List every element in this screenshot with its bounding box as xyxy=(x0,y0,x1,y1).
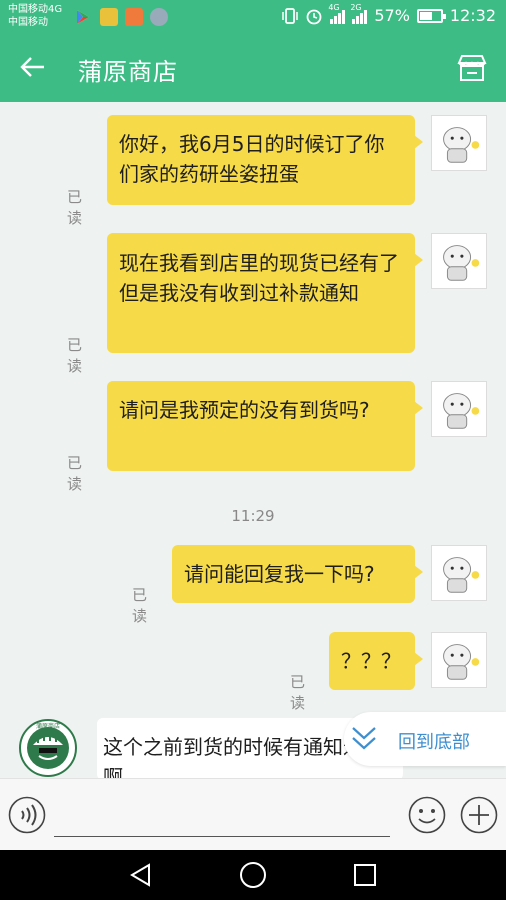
carrier-1: 中国移动4G xyxy=(8,4,63,15)
sheep-avatar-icon xyxy=(443,557,480,593)
emoji-icon[interactable] xyxy=(408,796,446,834)
vibrate-icon xyxy=(282,7,299,24)
battery-icon xyxy=(416,8,446,23)
battery-percent: 57% xyxy=(374,6,410,25)
message-bubble[interactable]: 请问能回复我一下吗? xyxy=(172,545,423,603)
user-avatar[interactable] xyxy=(431,233,487,289)
message-bubble[interactable]: 你好，我6月5日的时候订了你们家的药研坐姿扭蛋 xyxy=(107,115,423,205)
status-bar: 中国移动4G 中国移动 4G 2G 57% 12:32 xyxy=(0,0,506,34)
chat-header: 蒲原商店 xyxy=(0,34,506,102)
system-nav-bar xyxy=(0,850,506,900)
carrier-info: 中国移动4G 中国移动 xyxy=(8,3,62,29)
message-bubble[interactable]: 现在我看到店里的现货已经有了但是我没有收到过补款通知 xyxy=(107,233,423,353)
shop-avatar[interactable]: 蒲原商店 xyxy=(19,719,77,777)
shop-avatar-text: 蒲原商店 xyxy=(36,722,60,730)
message-bubble[interactable]: 请问是我预定的没有到货吗? xyxy=(107,381,423,471)
read-status: 已读 xyxy=(67,454,83,493)
signal-2g-icon: 2G xyxy=(350,3,368,24)
page-title: 蒲原商店 xyxy=(78,58,178,86)
message-input[interactable] xyxy=(54,836,390,837)
voice-icon[interactable] xyxy=(8,796,46,834)
status-icons: 4G 2G 57% 12:32 xyxy=(282,3,496,25)
double-chevron-down-icon xyxy=(352,727,376,750)
app-notification-icon xyxy=(150,8,168,26)
net-type-1: 4G xyxy=(328,2,340,12)
storefront-icon[interactable] xyxy=(456,52,488,84)
read-status: 已读 xyxy=(290,673,306,712)
read-status: 已读 xyxy=(67,336,83,375)
alarm-icon xyxy=(306,9,322,24)
carrier-2: 中国移动 xyxy=(8,17,48,28)
input-bar xyxy=(0,778,506,851)
user-avatar[interactable] xyxy=(431,381,487,437)
read-status: 已读 xyxy=(67,188,83,227)
jump-to-bottom-label: 回到底部 xyxy=(398,732,470,753)
clock: 12:32 xyxy=(449,6,496,25)
app-notification-icon xyxy=(125,8,143,26)
sheep-avatar-icon xyxy=(443,393,480,429)
nav-recent-icon[interactable] xyxy=(353,863,377,887)
read-status: 已读 xyxy=(132,586,148,625)
back-arrow-icon[interactable] xyxy=(18,52,48,82)
nav-home-icon[interactable] xyxy=(239,861,267,889)
sheep-avatar-icon xyxy=(443,245,480,281)
signal-4g-icon: 4G xyxy=(328,3,346,24)
net-type-2: 2G xyxy=(350,2,362,12)
user-avatar[interactable] xyxy=(431,545,487,601)
plus-icon[interactable] xyxy=(460,796,498,834)
app-notification-icon xyxy=(100,8,118,26)
user-avatar[interactable] xyxy=(431,632,487,688)
message-bubble[interactable]: ？？？ xyxy=(329,632,423,690)
jump-to-bottom-button[interactable]: 回到底部 xyxy=(344,712,506,766)
sheep-avatar-icon xyxy=(443,644,480,680)
message-timestamp: 11:29 xyxy=(231,507,275,525)
sheep-avatar-icon xyxy=(443,127,480,163)
nav-back-icon[interactable] xyxy=(128,862,154,888)
play-store-icon xyxy=(77,10,89,24)
user-avatar[interactable] xyxy=(431,115,487,171)
